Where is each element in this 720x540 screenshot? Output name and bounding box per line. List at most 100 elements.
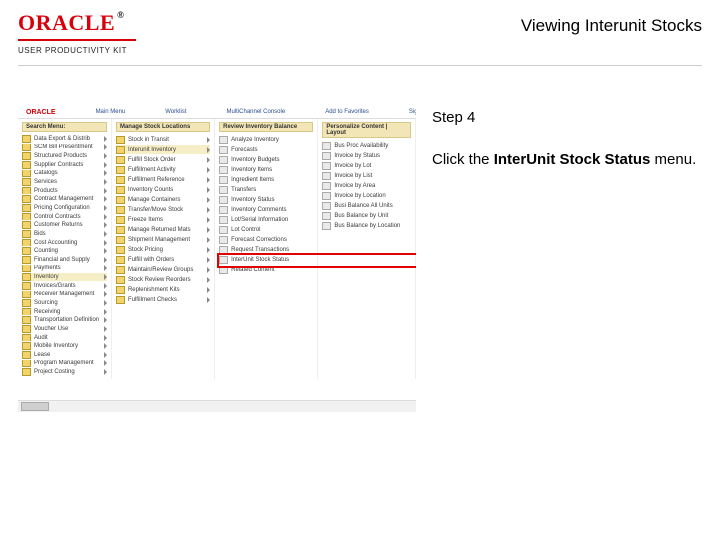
- menu-item[interactable]: Maintain/Review Groups: [116, 265, 210, 274]
- menu-item[interactable]: Stock Pricing: [116, 245, 210, 254]
- menu-item[interactable]: Transfers: [219, 185, 313, 194]
- menu-item[interactable]: Voucher Use: [22, 325, 107, 333]
- submenu-arrow-icon: [104, 248, 107, 254]
- menu-item[interactable]: Pricing Configuration: [22, 204, 107, 212]
- menu-item-label: Transportation Definition: [34, 317, 99, 323]
- menu-item[interactable]: Stock in Transit: [116, 135, 210, 144]
- menu-item[interactable]: Receiver Management: [22, 291, 107, 299]
- menu-item[interactable]: Inventory Items: [219, 165, 313, 174]
- instruction-text: Click the InterUnit Stock Status menu.: [432, 150, 702, 170]
- toolbar-item[interactable]: Add to Favorites: [325, 109, 369, 115]
- menu-item[interactable]: Related Content: [219, 265, 313, 274]
- toolbar-item[interactable]: Sign out: [409, 109, 416, 115]
- menu-item[interactable]: Inventory Comments: [219, 205, 313, 214]
- menu-item[interactable]: Bus Balance by Unit: [322, 211, 411, 220]
- menu-item[interactable]: Catalogs: [22, 170, 107, 178]
- menu-item[interactable]: Request Transactions: [219, 245, 313, 254]
- menu-item[interactable]: Invoice by Area: [322, 181, 411, 190]
- menu-column-header: Manage Stock Locations: [116, 122, 210, 132]
- menu-item[interactable]: Fulfill with Orders: [116, 255, 210, 264]
- menu-item[interactable]: SCM Bill Presentment: [22, 144, 107, 152]
- page-icon: [322, 202, 331, 210]
- submenu-arrow-icon: [104, 317, 107, 323]
- toolbar-item[interactable]: Worklist: [165, 109, 186, 115]
- menu-item-label: Invoices/Grants: [34, 283, 76, 289]
- menu-item[interactable]: Control Contracts: [22, 213, 107, 221]
- menu-item[interactable]: Invoice by List: [322, 171, 411, 180]
- menu-item[interactable]: Fulfillment Checks: [116, 295, 210, 304]
- menu-item[interactable]: Stock Review Reorders: [116, 275, 210, 284]
- menu-item[interactable]: Forecasts: [219, 145, 313, 154]
- menu-item[interactable]: Inventory Counts: [116, 185, 210, 194]
- menu-item-label: Sourcing: [34, 300, 58, 306]
- menu-item[interactable]: Shipment Management: [116, 235, 210, 244]
- menu-item[interactable]: Lease: [22, 351, 107, 359]
- menu-item[interactable]: Replenishment Kits: [116, 285, 210, 294]
- menu-item[interactable]: Invoice by Status: [322, 151, 411, 160]
- scrollbar-thumb[interactable]: [21, 402, 49, 411]
- menu-item[interactable]: Products: [22, 187, 107, 195]
- toolbar-item[interactable]: Main Menu: [96, 109, 126, 115]
- menu-item-label: Lot Control: [231, 227, 260, 233]
- menu-item[interactable]: Mobile Inventory: [22, 342, 107, 350]
- menu-item[interactable]: Inventory Budgets: [219, 155, 313, 164]
- menu-item-label: Bids: [34, 231, 46, 237]
- folder-icon: [22, 161, 31, 169]
- menu-item[interactable]: Invoice by Location: [322, 191, 411, 200]
- menu-item[interactable]: Lot Control: [219, 225, 313, 234]
- horizontal-scrollbar[interactable]: [18, 400, 416, 412]
- menu-item[interactable]: Receiving: [22, 308, 107, 316]
- menu-item[interactable]: Bids: [22, 230, 107, 238]
- page-icon: [219, 266, 228, 274]
- toolbar-item[interactable]: MultiChannel Console: [226, 109, 285, 115]
- menu-item-label: Transfers: [231, 187, 256, 193]
- menu-item[interactable]: Audit: [22, 334, 107, 342]
- menu-item[interactable]: Payments: [22, 265, 107, 273]
- folder-icon: [116, 296, 125, 304]
- menu-item[interactable]: Lot/Serial Information: [219, 215, 313, 224]
- menu-item[interactable]: Sourcing: [22, 299, 107, 307]
- menu-item-label: Inventory Status: [231, 197, 274, 203]
- menu-item[interactable]: Supplier Contracts: [22, 161, 107, 169]
- instruction-panel: Step 4 Click the InterUnit Stock Status …: [426, 106, 702, 412]
- menu-item[interactable]: Invoice by Lot: [322, 161, 411, 170]
- menu-item[interactable]: Contract Management: [22, 195, 107, 203]
- menu-item[interactable]: Manage Containers: [116, 195, 210, 204]
- menu-item[interactable]: Data Export & Distrib: [22, 135, 107, 143]
- folder-icon: [116, 146, 125, 154]
- menu-item-label: Customer Returns: [34, 222, 83, 228]
- menu-item[interactable]: Fulfillment Activity: [116, 165, 210, 174]
- menu-item[interactable]: Transfer/Move Stock: [116, 205, 210, 214]
- menu-item[interactable]: Services: [22, 178, 107, 186]
- menu-item[interactable]: Freeze Items: [116, 215, 210, 224]
- menu-item[interactable]: Program Management: [22, 360, 107, 368]
- folder-icon: [116, 156, 125, 164]
- menu-item[interactable]: Forecast Corrections: [219, 235, 313, 244]
- menu-item[interactable]: Project Costing: [22, 368, 107, 376]
- menu-item[interactable]: Fulfill Stock Order: [116, 155, 210, 164]
- menu-item[interactable]: Manage Returned Mats: [116, 225, 210, 234]
- menu-item-label: Inventory Budgets: [231, 157, 279, 163]
- menu-item[interactable]: Inventory Status: [219, 195, 313, 204]
- folder-icon: [22, 170, 31, 178]
- menu-item[interactable]: Bus Balance by Location: [322, 221, 411, 230]
- menu-item-label: Payments: [34, 265, 61, 271]
- menu-item[interactable]: Inventory: [22, 273, 107, 281]
- menu-item[interactable]: Ingredient Items: [219, 175, 313, 184]
- menu-item[interactable]: Customer Returns: [22, 221, 107, 229]
- menu-item[interactable]: Fulfillment Reference: [116, 175, 210, 184]
- menu-item[interactable]: Financial and Supply: [22, 256, 107, 264]
- menu-item[interactable]: Transportation Definition: [22, 316, 107, 324]
- folder-icon: [22, 135, 31, 143]
- page-icon: [219, 206, 228, 214]
- menu-item[interactable]: Busi Balance All Units: [322, 201, 411, 210]
- menu-item-label: Fulfill Stock Order: [128, 157, 176, 163]
- menu-item[interactable]: InterUnit Stock Status: [219, 255, 313, 264]
- menu-item[interactable]: Interunit Inventory: [116, 145, 210, 154]
- menu-item[interactable]: Cost Accounting: [22, 239, 107, 247]
- menu-item[interactable]: Bus Proc Availability: [322, 141, 411, 150]
- menu-item[interactable]: Analyze Inventory: [219, 135, 313, 144]
- menu-item[interactable]: Invoices/Grants: [22, 282, 107, 290]
- menu-item[interactable]: Structured Products: [22, 152, 107, 160]
- menu-item[interactable]: Counting: [22, 247, 107, 255]
